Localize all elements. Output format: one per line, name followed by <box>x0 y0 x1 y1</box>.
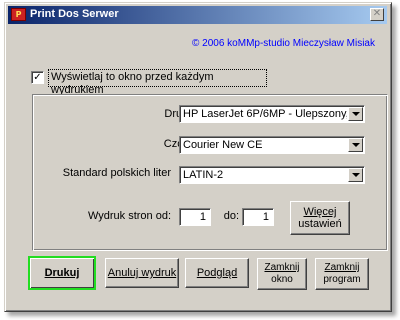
charset-select[interactable]: LATIN-2 <box>179 166 365 184</box>
charset-select-value: LATIN-2 <box>183 169 224 181</box>
close-window-label-2: okno <box>271 274 293 285</box>
charset-label: Standard polskich liter <box>62 167 171 179</box>
close-window-label-1: Zamknij <box>264 262 300 273</box>
show-before-print-label[interactable]: Wyświetlaj to okno przed każdym wydrukie… <box>48 69 267 96</box>
chevron-down-icon[interactable] <box>348 168 363 182</box>
font-select-value: Courier New CE <box>183 139 263 151</box>
cancel-print-label: Anuluj wydruk <box>107 267 177 279</box>
print-settings-group: Drukarka HP LaserJet 6P/6MP - Ulepszony,… <box>32 94 388 251</box>
close-program-label-2: program <box>323 274 361 285</box>
pages-from-label: Wydruk stron od: <box>87 210 171 222</box>
close-program-button[interactable]: Zamknij program <box>315 258 369 290</box>
pages-to-label: do: <box>223 210 239 222</box>
close-window-button[interactable]: ✕ <box>370 8 384 21</box>
printer-app-icon: P <box>11 8 26 21</box>
chevron-down-icon[interactable] <box>348 107 363 121</box>
close-window-text-button[interactable]: Zamknij okno <box>257 258 307 290</box>
print-button-label: Drukuj <box>44 267 80 279</box>
more-settings-button[interactable]: Więcej ustawień <box>290 201 350 235</box>
pages-to-input[interactable]: 1 <box>242 208 274 226</box>
preview-label: Podgląd <box>196 267 238 279</box>
preview-button[interactable]: Podgląd <box>185 258 249 288</box>
pages-from-input[interactable]: 1 <box>179 208 211 226</box>
print-dialog-window: P Print Dos Serwer ✕ © 2006 koMMp-studio… <box>4 2 392 312</box>
title-bar[interactable]: P Print Dos Serwer ✕ <box>8 6 387 24</box>
more-settings-label-2: ustawień <box>298 218 342 230</box>
show-before-print-option[interactable]: ✓ Wyświetlaj to okno przed każdym wydruk… <box>31 69 267 96</box>
font-select[interactable]: Courier New CE <box>179 136 365 154</box>
chevron-down-icon[interactable] <box>348 138 363 152</box>
cancel-print-button[interactable]: Anuluj wydruk <box>105 258 179 288</box>
printer-select[interactable]: HP LaserJet 6P/6MP - Ulepszony,LI <box>179 105 365 123</box>
window-title: Print Dos Serwer <box>30 8 119 20</box>
print-button[interactable]: Drukuj <box>28 256 96 290</box>
close-program-label-1: Zamknij <box>324 262 360 273</box>
more-settings-label-1: Więcej <box>303 206 337 218</box>
printer-select-value: HP LaserJet 6P/6MP - Ulepszony,LI <box>183 108 347 120</box>
copyright-text: © 2006 koMMp-studio Mieczysław Misiak <box>192 38 375 49</box>
show-before-print-checkbox[interactable]: ✓ <box>31 71 44 84</box>
